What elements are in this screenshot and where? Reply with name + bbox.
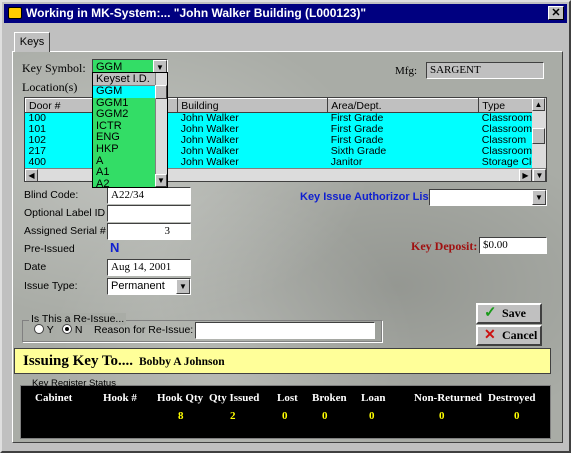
reissue-option-y[interactable]: Y — [34, 324, 54, 336]
cancel-label: Cancel — [502, 328, 538, 342]
assigned-serial-input[interactable]: 3 — [107, 223, 191, 240]
optional-label-id-input[interactable] — [107, 205, 191, 222]
reason-label: Reason for Re-Issue: — [94, 324, 194, 336]
issue-type-value: Permanent — [111, 280, 165, 292]
dropdown-scrollbar[interactable]: ▼ — [155, 73, 167, 187]
assigned-serial-label: Assigned Serial # — [24, 225, 106, 237]
authorizor-select[interactable]: ▼ — [429, 189, 547, 206]
issuing-name: Bobby A Johnson — [139, 356, 225, 368]
issue-type-select[interactable]: Permanent ▼ — [107, 278, 191, 295]
register-header: Hook Qty — [157, 392, 204, 404]
key-deposit-input[interactable]: $0.00 — [479, 237, 547, 254]
cell-building: John Walker — [180, 156, 239, 168]
register-value: 8 — [178, 410, 184, 422]
app-icon — [8, 7, 22, 19]
chevron-down-icon[interactable]: ▼ — [532, 190, 546, 205]
key-deposit-label: Key Deposit: — [411, 239, 478, 253]
save-button[interactable]: ✓ Save — [476, 303, 542, 324]
mfg-label: Mfg: — [395, 65, 417, 77]
scroll-left-icon[interactable]: ◀ — [25, 169, 38, 181]
register-header: Qty Issued — [209, 392, 260, 404]
issuing-label: Issuing Key To.... — [23, 353, 134, 369]
register-value: 0 — [439, 410, 445, 422]
window-title: Working in MK-System:... "John Walker Bu… — [26, 6, 367, 20]
register-value: 0 — [514, 410, 520, 422]
close-icon: ✕ — [484, 328, 496, 343]
close-button[interactable]: ✕ — [548, 6, 564, 20]
register-value: 0 — [282, 410, 288, 422]
pre-issued-label: Pre-Issued — [24, 243, 75, 255]
register-header: Lost — [277, 392, 298, 404]
chevron-down-icon[interactable]: ▼ — [176, 279, 190, 294]
scroll-thumb[interactable] — [532, 128, 545, 144]
date-input[interactable]: Aug 14, 2001 — [107, 259, 191, 276]
scroll-up-icon[interactable]: ▲ — [532, 98, 545, 111]
register-header: Destroyed — [488, 392, 536, 404]
radio-y[interactable] — [34, 324, 44, 334]
radio-n-label: N — [74, 324, 83, 336]
register-value: 0 — [369, 410, 375, 422]
key-register-status: Cabinet Hook # Hook Qty Qty Issued Lost … — [20, 385, 551, 439]
mfg-field: SARGENT — [426, 62, 544, 79]
issuing-banner: Issuing Key To.... Bobby A Johnson — [14, 348, 551, 374]
col-area[interactable]: Area/Dept. — [327, 98, 480, 113]
register-header: Loan — [361, 392, 386, 404]
radio-y-label: Y — [46, 324, 54, 336]
blind-code-label: Blind Code: — [24, 189, 79, 201]
key-symbol-label: Key Symbol: — [22, 61, 86, 75]
tab-keys[interactable]: Keys — [14, 32, 50, 52]
register-header: Non-Returned — [414, 392, 482, 404]
cancel-button[interactable]: ✕ Cancel — [476, 325, 542, 346]
register-header: Broken — [312, 392, 347, 404]
app-window: Working in MK-System:... "John Walker Bu… — [0, 0, 571, 453]
scroll-thumb[interactable] — [155, 85, 167, 99]
grid-vertical-scrollbar[interactable]: ▲ — [532, 98, 546, 168]
scroll-down-icon[interactable]: ▼ — [155, 174, 167, 187]
checkmark-icon: ✓ — [484, 305, 497, 321]
cell-area: Janitor — [330, 156, 363, 168]
register-header: Hook # — [103, 392, 137, 404]
scroll-right-icon[interactable]: ▶ — [519, 169, 532, 181]
issue-type-label: Issue Type: — [24, 280, 78, 292]
key-symbol-dropdown[interactable]: Keyset I.D. GGM GGM1 GGM2 ICTR ENG HKP A… — [92, 72, 168, 189]
optional-label-id-label: Optional Label ID — [24, 207, 106, 219]
save-label: Save — [502, 306, 526, 320]
scroll-down-icon[interactable]: ▼ — [533, 169, 546, 181]
reissue-option-n[interactable]: N — [62, 324, 83, 336]
register-header: Cabinet — [35, 392, 73, 404]
date-label: Date — [24, 261, 47, 273]
radio-n[interactable] — [62, 324, 72, 334]
reason-input[interactable] — [195, 322, 375, 339]
authorizor-label: Key Issue Authorizor List: — [300, 191, 436, 203]
pre-issued-value: N — [110, 240, 120, 255]
title-bar: Working in MK-System:... "John Walker Bu… — [4, 4, 567, 23]
register-value: 0 — [322, 410, 328, 422]
register-value: 2 — [230, 410, 236, 422]
locations-label: Location(s) — [22, 80, 78, 94]
register-group-label: Key Register Status — [32, 378, 116, 389]
col-building[interactable]: Building — [177, 98, 329, 113]
